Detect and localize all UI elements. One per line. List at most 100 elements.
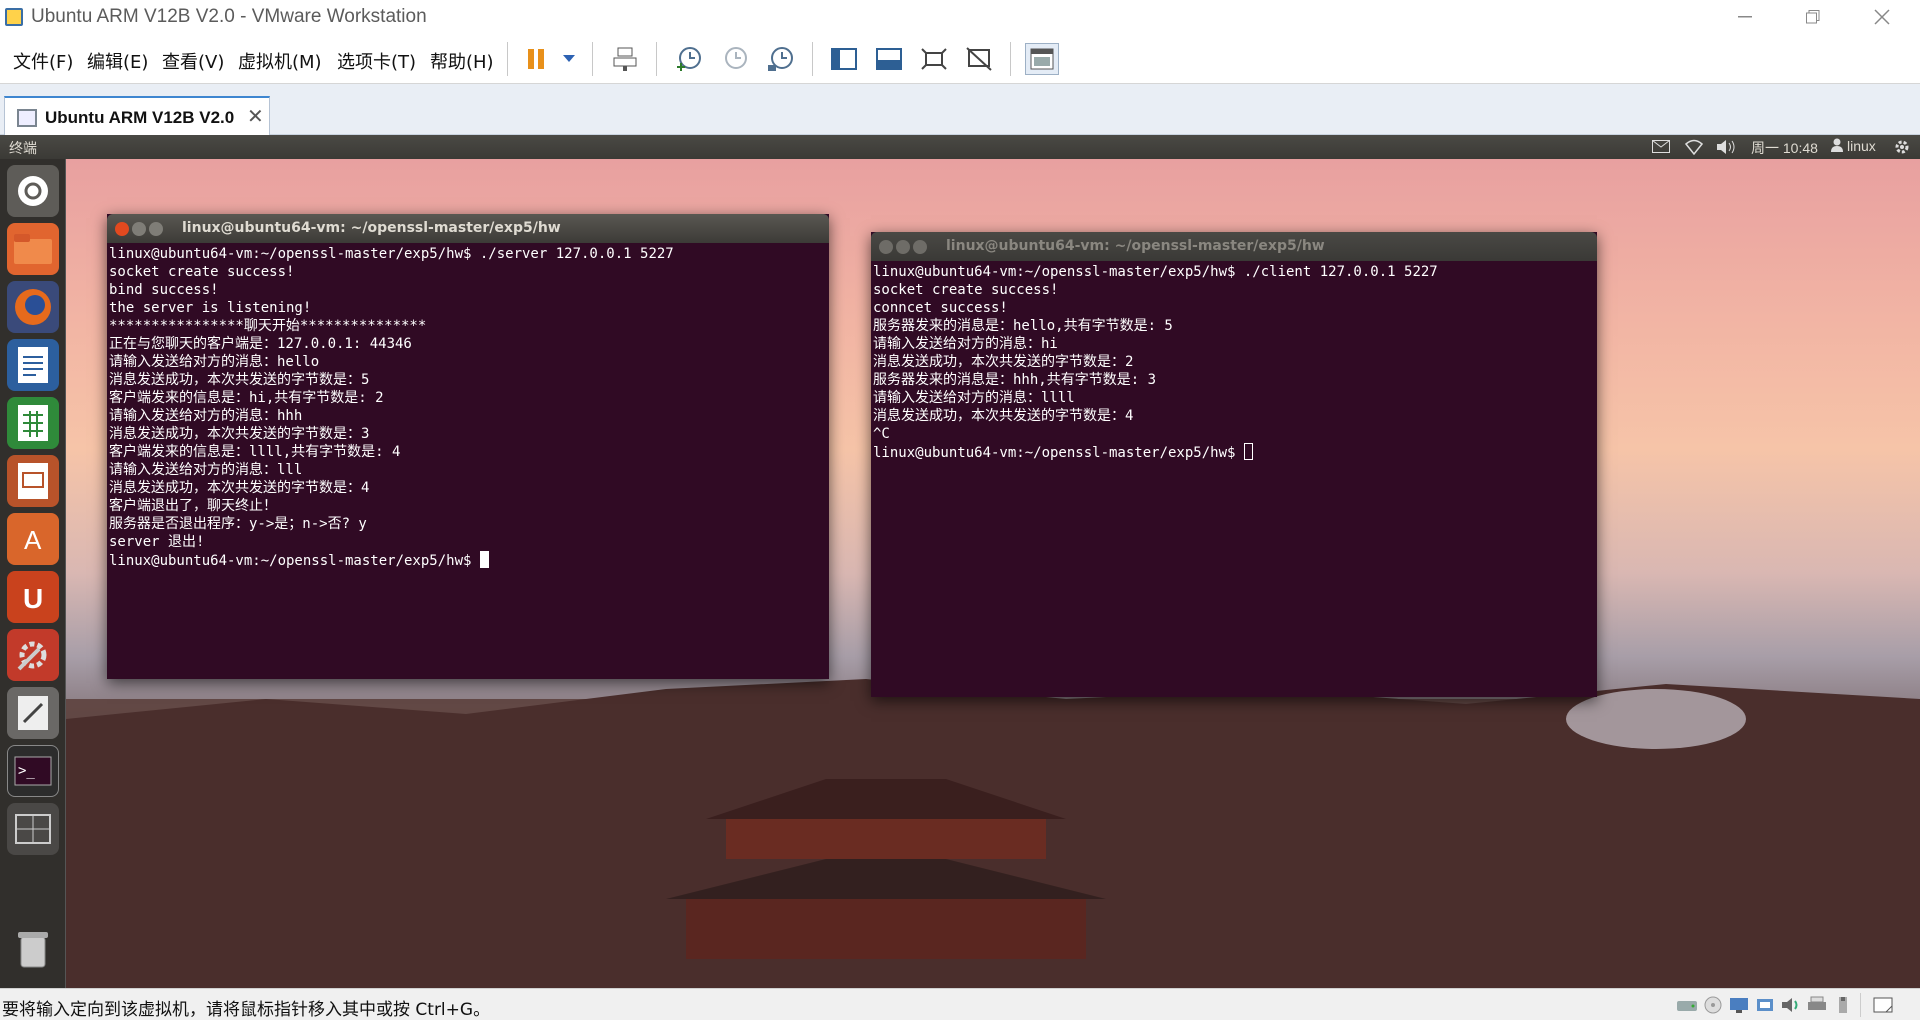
menu-view[interactable]: 查看(V) [162,48,224,74]
tab-bar: Ubuntu ARM V12B V2.0 ✕ [0,84,1920,136]
close-icon[interactable] [879,240,893,254]
terminal-line: server 退出! [109,534,205,550]
hard-disk-icon[interactable] [1676,996,1698,1014]
tab-label: Ubuntu ARM V12B V2.0 [45,108,235,127]
terminal-window-server[interactable]: linux@ubuntu64-vm: ~/openssl-master/exp5… [107,214,829,679]
text-editor-icon[interactable] [7,687,59,739]
svg-text:A: A [24,525,42,555]
maximize-icon[interactable] [149,222,163,236]
terminal-line: 服务器发来的消息是：hhh,共有字节数是: 3 [873,372,1156,388]
terminal-line: 消息发送成功，本次共发送的字节数是：3 [109,426,370,442]
svg-text:>_: >_ [18,763,35,779]
terminal-line: socket create success! [109,264,295,280]
terminal-line: conncet success! [873,300,1008,316]
fullscreen-icon[interactable] [917,43,951,75]
terminal-line: 消息发送成功，本次共发送的字节数是：2 [873,354,1134,370]
terminal-line: 消息发送成功，本次共发送的字节数是：4 [873,408,1134,424]
writer-icon[interactable] [7,339,59,391]
clock[interactable]: 周一 10:48 [1751,138,1818,158]
text-cursor [479,551,489,568]
ubuntu-launcher: A U >_ [0,159,66,988]
menu-help[interactable]: 帮助(H) [430,48,494,74]
menu-tabs[interactable]: 选项卡(T) [337,48,416,74]
status-message: 要将输入定向到该虚拟机，请将鼠标指针移入其中或按 Ctrl+G。 [2,1000,491,1020]
usb-stick-icon[interactable] [1832,996,1854,1014]
menu-file[interactable]: 文件(F) [13,48,73,74]
snapshot-icon[interactable] [672,43,706,75]
sound-card-icon[interactable] [1780,996,1802,1014]
usb-device-icon[interactable] [1754,996,1776,1014]
terminal-line: 客户端发来的信息是：hi,共有字节数是: 2 [109,390,384,406]
minimize-icon[interactable] [132,222,146,236]
system-settings-icon[interactable] [7,629,59,681]
vmware-logo-icon [5,8,23,26]
status-bar: 要将输入定向到该虚拟机，请将鼠标指针移入其中或按 Ctrl+G。 [0,988,1920,1020]
cd-dvd-icon[interactable] [1702,996,1724,1014]
window-title: Ubuntu ARM V12B V2.0 - VMware Workstatio… [31,6,427,27]
close-window-button[interactable] [1853,0,1911,34]
minimize-icon[interactable] [896,240,910,254]
toolbar-separator [1010,42,1011,76]
calc-icon[interactable] [7,397,59,449]
terminal-titlebar[interactable]: linux@ubuntu64-vm: ~/openssl-master/exp5… [871,232,1597,261]
thumbnail-view-icon[interactable] [1025,43,1059,75]
tab-close-icon[interactable]: ✕ [247,104,264,129]
terminal-prompt: linux@ubuntu64-vm:~/openssl-master/exp5/… [109,553,480,569]
impress-icon[interactable] [7,455,59,507]
network-icon[interactable] [1684,139,1704,158]
snapshot-manager-icon[interactable] [764,43,798,75]
tab-ubuntu-arm[interactable]: Ubuntu ARM V12B V2.0 ✕ [4,96,270,136]
toolbar-separator [507,42,508,76]
terminal-line: 客户端发来的信息是：llll,共有字节数是: 4 [109,444,401,460]
volume-icon[interactable] [1716,139,1736,158]
window-titlebar: Ubuntu ARM V12B V2.0 - VMware Workstatio… [0,0,1920,34]
toolbar-separator [656,42,657,76]
terminal-titlebar[interactable]: linux@ubuntu64-vm: ~/openssl-master/exp5… [107,214,829,243]
minimize-button[interactable] [1716,0,1774,34]
gear-icon[interactable] [1893,138,1911,159]
ubuntu-dash-icon[interactable] [7,165,59,217]
maximize-icon[interactable] [913,240,927,254]
terminal-line: linux@ubuntu64-vm:~/openssl-master/exp5/… [109,246,674,262]
close-icon[interactable] [115,222,129,236]
dropdown-arrow-icon[interactable] [552,43,586,75]
terminal-line: 请输入发送给对方的消息：hello [109,354,320,370]
vm-icon [17,109,37,127]
workspace-switcher-icon[interactable] [7,803,59,855]
software-center-icon[interactable]: A [7,513,59,565]
terminal-line: 消息发送成功，本次共发送的字节数是：5 [109,372,370,388]
trash-icon[interactable] [7,923,59,975]
files-icon[interactable] [7,223,59,275]
revert-snapshot-icon[interactable] [718,43,752,75]
menu-edit[interactable]: 编辑(E) [87,48,148,74]
console-view-icon[interactable] [872,43,906,75]
terminal-title: linux@ubuntu64-vm: ~/openssl-master/exp5… [946,238,1325,254]
user-icon [1831,138,1843,155]
ubuntu-one-icon[interactable]: U [7,571,59,623]
terminal-output[interactable]: linux@ubuntu64-vm:~/openssl-master/exp5/… [873,263,1438,462]
panel-app-title: 终端 [9,141,37,157]
restore-button[interactable] [1784,0,1842,34]
menubar: 文件(F) 编辑(E) 查看(V) 虚拟机(M) 选项卡(T) 帮助(H) [0,34,1920,84]
terminal-output[interactable]: linux@ubuntu64-vm:~/openssl-master/exp5/… [109,245,674,570]
ubuntu-top-panel: 终端 周一 10:48 linux [0,135,1920,159]
status-separator [1860,993,1861,1017]
user-name[interactable]: linux [1847,138,1876,154]
text-cursor [1243,443,1253,460]
network-adapter-icon[interactable] [1728,996,1750,1014]
firefox-icon[interactable] [7,281,59,333]
printer-icon[interactable] [1806,996,1828,1014]
unity-icon[interactable] [962,43,996,75]
terminal-line: 请输入发送给对方的消息：llll [873,390,1075,406]
send-ctrl-alt-del-icon[interactable] [608,43,642,75]
pause-icon[interactable] [519,43,553,75]
mail-icon[interactable] [1652,140,1670,156]
terminal-icon[interactable]: >_ [7,745,59,797]
library-view-icon[interactable] [827,43,861,75]
terminal-line: 请输入发送给对方的消息：hhh [109,408,303,424]
message-log-icon[interactable] [1872,996,1894,1014]
vm-display[interactable]: 终端 周一 10:48 linux A U >_ linux@ubuntu64-… [0,135,1920,988]
menu-vm[interactable]: 虚拟机(M) [238,48,322,74]
terminal-line: 请输入发送给对方的消息：lll [109,462,303,478]
terminal-window-client[interactable]: linux@ubuntu64-vm: ~/openssl-master/exp5… [871,232,1597,697]
